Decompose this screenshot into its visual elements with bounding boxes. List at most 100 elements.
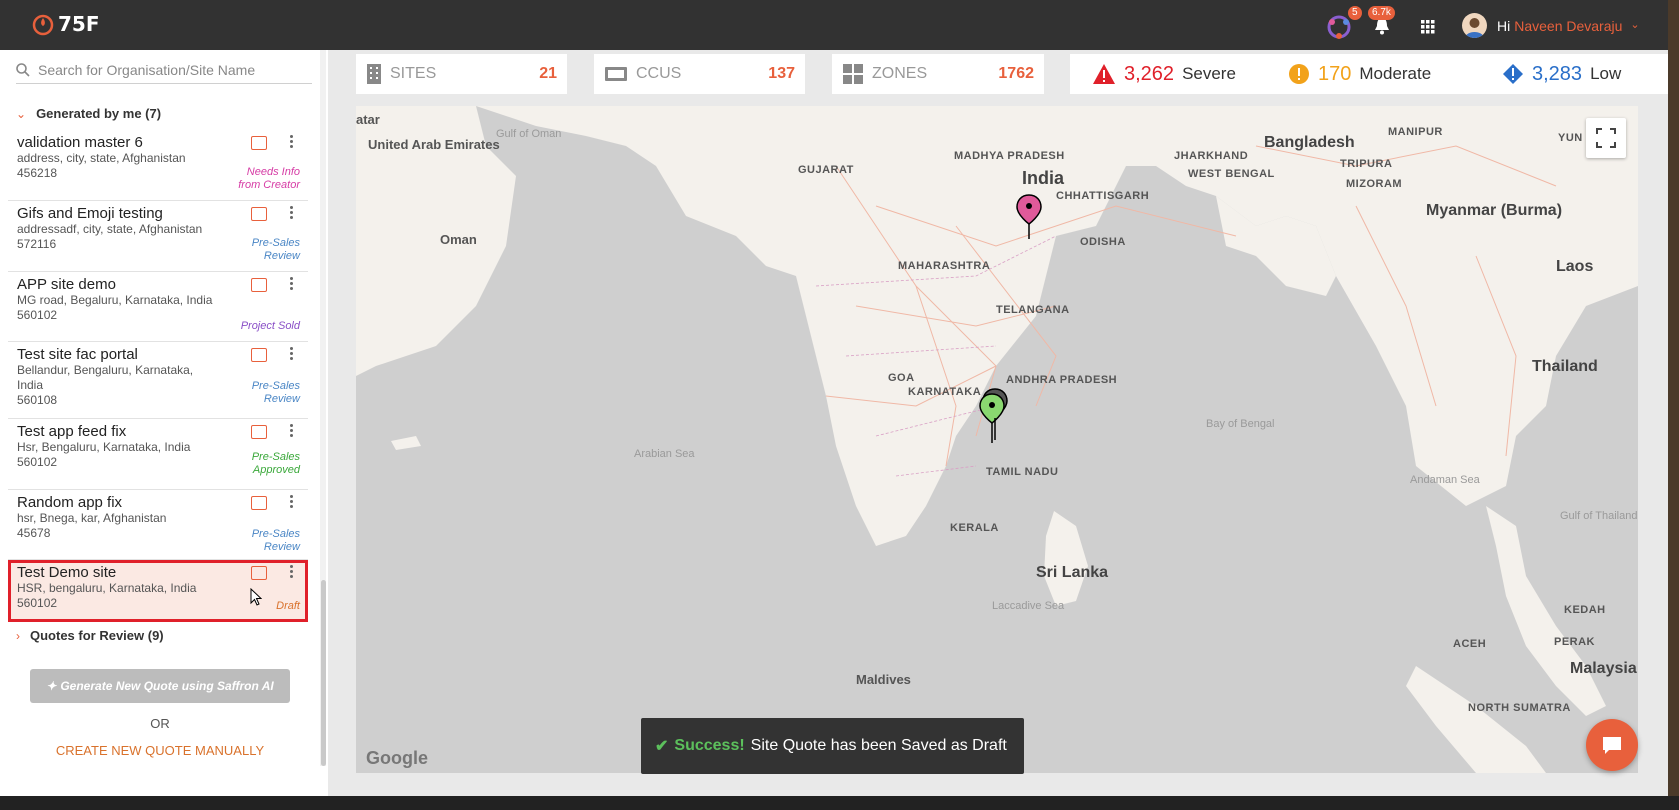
- toast-title: Success!: [674, 737, 745, 754]
- flame-logo-icon: [32, 14, 54, 36]
- search-placeholder: Search for Organisation/Site Name: [38, 61, 256, 78]
- site-address: Hsr, Bengaluru, Karnataka, India: [17, 440, 191, 454]
- top-bar: 75F 5 6.7k Hi Naveen Devaraju ⌄: [0, 0, 1679, 50]
- comment-icon[interactable]: [251, 425, 267, 439]
- severe-alerts[interactable]: 3,262 Severe: [1092, 63, 1236, 86]
- group-generated-by-me[interactable]: ⌄ Generated by me (7): [16, 106, 161, 121]
- comment-icon[interactable]: [251, 207, 267, 221]
- taskbar: [0, 796, 1679, 810]
- map-label: ACEH: [1453, 638, 1487, 650]
- map-label: YUN: [1558, 132, 1583, 144]
- quote-list: validation master 6 address, city, state…: [8, 130, 308, 622]
- sites-stat[interactable]: SITES 21: [356, 54, 567, 94]
- map-pin-icon[interactable]: [1016, 194, 1042, 240]
- low-alerts[interactable]: 3,283 Low: [1502, 63, 1621, 86]
- generate-quote-ai-button[interactable]: ✦ Generate New Quote using Saffron AI: [30, 669, 290, 703]
- group-quotes-for-review[interactable]: › Quotes for Review (9): [16, 628, 164, 643]
- group-title: Generated by me (7): [36, 106, 162, 121]
- zones-stat[interactable]: ZONES 1762: [832, 54, 1044, 94]
- map-label: Sri Lanka: [1036, 564, 1109, 581]
- map-label: Laccadive Sea: [992, 600, 1065, 612]
- search-input[interactable]: Search for Organisation/Site Name: [16, 56, 312, 84]
- site-map[interactable]: atar United Arab Emirates Gulf of Oman O…: [356, 106, 1638, 773]
- more-options-icon[interactable]: [290, 424, 294, 437]
- severe-label: Severe: [1182, 64, 1236, 83]
- comment-icon[interactable]: [251, 566, 267, 580]
- list-item[interactable]: APP site demo MG road, Begaluru, Karnata…: [8, 272, 308, 342]
- info-diamond-icon: [1503, 64, 1523, 84]
- list-item-selected[interactable]: Test Demo site HSR, bengaluru, Karnataka…: [8, 560, 308, 622]
- comment-icon[interactable]: [251, 348, 267, 362]
- mouse-cursor-icon: [250, 588, 262, 606]
- map-label: CHHATTISGARH: [1056, 190, 1150, 202]
- site-address: MG road, Begaluru, Karnataka, India: [17, 293, 213, 307]
- device-icon: [605, 67, 627, 81]
- more-options-icon[interactable]: [290, 206, 294, 219]
- user-avatar[interactable]: [1462, 13, 1487, 38]
- map-label: United Arab Emirates: [368, 137, 500, 152]
- map-label: WEST BENGAL: [1188, 168, 1275, 180]
- moderate-alerts[interactable]: 170 Moderate: [1288, 63, 1431, 86]
- or-divider: OR: [150, 716, 170, 731]
- list-item[interactable]: validation master 6 address, city, state…: [8, 130, 308, 201]
- app-grid-button[interactable]: [1421, 20, 1435, 39]
- list-item[interactable]: Gifs and Emoji testing addressadf, city,…: [8, 201, 308, 272]
- map-label: ANDHRA PRADESH: [1006, 374, 1118, 386]
- map-label: KEDAH: [1564, 604, 1606, 616]
- map-label: TAMIL NADU: [986, 466, 1059, 478]
- moderate-label: Moderate: [1359, 64, 1432, 83]
- generate-button-label: Generate New Quote using Saffron AI: [60, 679, 274, 693]
- comment-icon[interactable]: [251, 496, 267, 510]
- chat-button[interactable]: [1586, 719, 1638, 771]
- more-options-icon[interactable]: [290, 135, 294, 148]
- low-count: 3,283: [1532, 62, 1583, 85]
- comment-icon[interactable]: [251, 278, 267, 292]
- stat-label: CCUS: [636, 65, 682, 82]
- map-label: Gulf of Thailand: [1560, 510, 1638, 522]
- map-label: Bay of Bengal: [1206, 418, 1275, 430]
- user-menu[interactable]: Hi Naveen Devaraju ⌄: [1497, 18, 1640, 34]
- map-pin-cluster-icon[interactable]: [978, 388, 1012, 444]
- stat-label: ZONES: [872, 65, 928, 82]
- chevron-right-icon: ›: [16, 628, 20, 643]
- list-item[interactable]: Test app feed fix Hsr, Bengaluru, Karnat…: [8, 419, 308, 490]
- map-label: Andaman Sea: [1410, 474, 1480, 486]
- more-options-icon[interactable]: [290, 495, 294, 508]
- map-label: atar: [356, 112, 380, 127]
- zones-grid-icon: [843, 64, 863, 84]
- chevron-down-icon: ⌄: [1630, 19, 1640, 31]
- stat-label: SITES: [390, 65, 437, 82]
- list-item[interactable]: Random app fix hsr, Bnega, kar, Afghanis…: [8, 490, 308, 560]
- comment-icon[interactable]: [251, 136, 267, 150]
- apps-hub-button[interactable]: [1326, 14, 1352, 45]
- search-icon: [16, 62, 30, 77]
- map-label: TRIPURA: [1340, 158, 1393, 170]
- list-item[interactable]: Test site fac portal Bellandur, Bengalur…: [8, 342, 308, 419]
- greeting-text: Hi: [1497, 18, 1511, 34]
- ccus-stat[interactable]: CCUS 137: [594, 54, 805, 94]
- chat-bubble-icon: [1603, 737, 1621, 754]
- notifications-button[interactable]: [1374, 17, 1390, 40]
- more-options-icon[interactable]: [290, 277, 294, 290]
- scrollbar-thumb[interactable]: [321, 580, 326, 766]
- map-label: Thailand: [1532, 358, 1598, 375]
- network-icon: [1327, 15, 1351, 39]
- status-badge: Draft: [276, 600, 300, 612]
- more-options-icon[interactable]: [290, 347, 294, 360]
- moderate-count: 170: [1318, 62, 1352, 85]
- create-quote-manually-link[interactable]: CREATE NEW QUOTE MANUALLY: [0, 743, 320, 758]
- brand-name: 75F: [58, 12, 100, 36]
- more-options-icon[interactable]: [290, 565, 294, 578]
- map-label: Maldives: [856, 672, 911, 687]
- map-label: PERAK: [1554, 636, 1596, 648]
- chevron-down-icon: ⌄: [16, 106, 27, 121]
- map-label: MANIPUR: [1388, 126, 1443, 138]
- fullscreen-button[interactable]: [1586, 118, 1626, 158]
- brand-logo[interactable]: 75F: [32, 12, 100, 36]
- map-label: Myanmar (Burma): [1426, 202, 1563, 219]
- status-badge: Pre-Sales Review: [251, 237, 300, 262]
- map-label: NORTH SUMATRA: [1468, 702, 1571, 714]
- sparkle-icon: ✦: [46, 679, 57, 693]
- low-label: Low: [1590, 64, 1622, 83]
- toast-message: Site Quote has been Saved as Draft: [750, 737, 1007, 754]
